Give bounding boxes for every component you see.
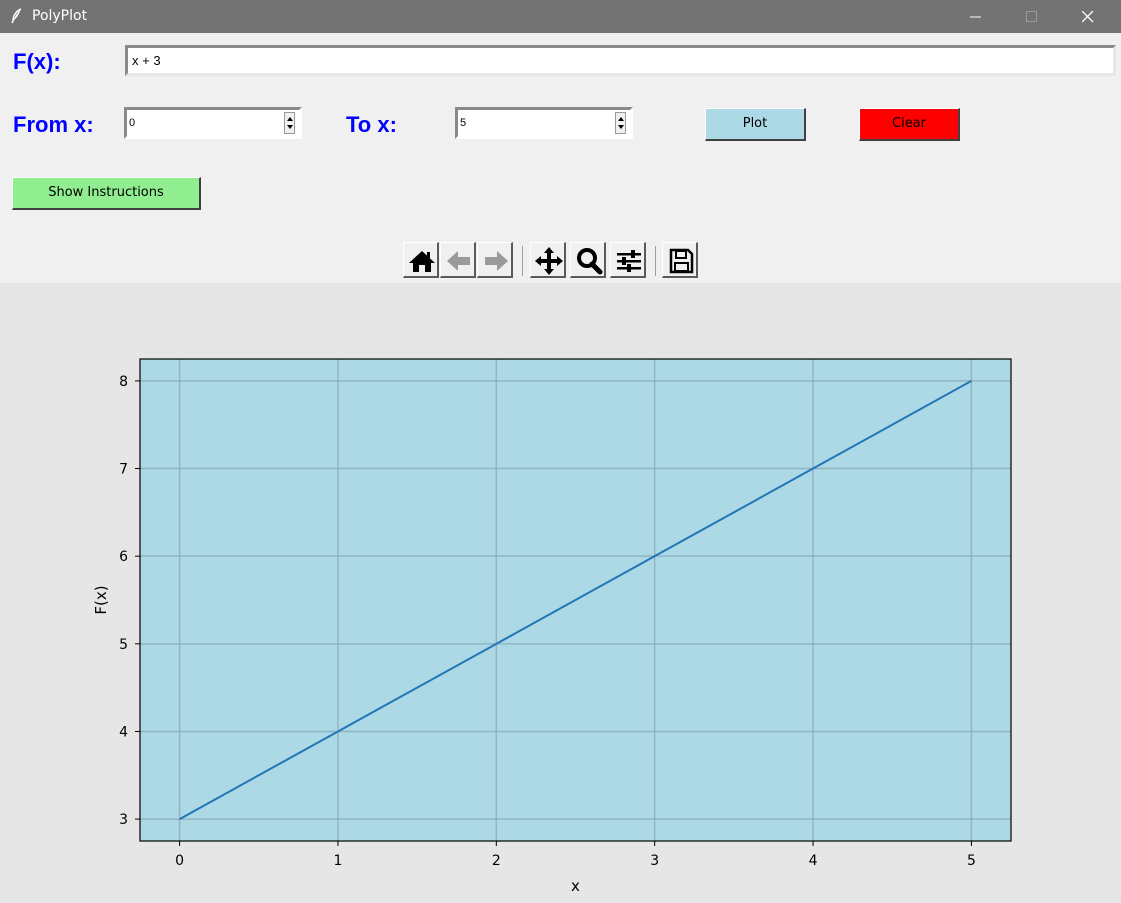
x-tick-label: 4 bbox=[809, 853, 818, 869]
y-tick-label: 7 bbox=[119, 462, 128, 478]
home-button[interactable] bbox=[403, 242, 439, 278]
maximize-icon bbox=[1026, 11, 1037, 22]
save-button[interactable] bbox=[662, 242, 698, 278]
x-tick-label: 2 bbox=[492, 853, 501, 869]
minimize-button[interactable] bbox=[954, 0, 1000, 33]
y-tick-label: 4 bbox=[119, 724, 128, 740]
configure-subplots-icon bbox=[617, 250, 641, 272]
back-icon bbox=[447, 251, 470, 271]
feather-icon bbox=[11, 8, 22, 24]
toolbar-separator bbox=[655, 246, 656, 276]
fx-label: F(x): bbox=[13, 49, 61, 74]
y-tick-label: 6 bbox=[119, 549, 128, 565]
minimize-icon bbox=[970, 16, 981, 18]
y-tick-label: 5 bbox=[119, 637, 128, 653]
maximize-button[interactable] bbox=[1010, 0, 1056, 33]
from-x-spin-arrows[interactable] bbox=[284, 112, 295, 134]
fx-input[interactable] bbox=[125, 45, 1116, 76]
to-x-label: To x: bbox=[346, 112, 397, 137]
toolbar-separator bbox=[522, 246, 523, 276]
y-axis-label: F(x) bbox=[92, 585, 110, 614]
title-bar: PolyPlot bbox=[0, 0, 1121, 33]
from-x-input[interactable] bbox=[129, 114, 269, 132]
close-icon bbox=[1082, 11, 1094, 23]
x-tick-label: 5 bbox=[967, 853, 976, 869]
clear-button[interactable]: Clear bbox=[859, 108, 960, 141]
x-tick-label: 0 bbox=[175, 853, 184, 869]
back-button[interactable] bbox=[440, 242, 476, 278]
from-x-label: From x: bbox=[13, 112, 94, 137]
forward-button[interactable] bbox=[477, 242, 513, 278]
show-instructions-button[interactable]: Show Instructions bbox=[12, 177, 201, 210]
close-button[interactable] bbox=[1066, 0, 1112, 33]
home-icon bbox=[409, 251, 435, 272]
function-chart[interactable]: 0 1 2 3 4 5 3 4 5 6 7 8 x F(x) bbox=[0, 283, 1121, 903]
from-x-spinbox[interactable] bbox=[124, 107, 302, 139]
pan-button[interactable] bbox=[530, 242, 566, 278]
spin-down-icon[interactable] bbox=[617, 123, 625, 132]
zoom-button[interactable] bbox=[570, 242, 606, 278]
plot-figure[interactable]: 0 1 2 3 4 5 3 4 5 6 7 8 x F(x) bbox=[0, 283, 1121, 903]
x-axis-label: x bbox=[571, 877, 580, 895]
window-title: PolyPlot bbox=[32, 8, 88, 24]
y-tick-label: 8 bbox=[119, 374, 128, 390]
to-x-spinbox[interactable] bbox=[455, 107, 633, 139]
plot-toolbar bbox=[0, 237, 1121, 282]
to-x-input[interactable] bbox=[460, 114, 600, 132]
forward-icon bbox=[485, 251, 508, 271]
save-icon bbox=[669, 248, 694, 274]
spin-up-icon[interactable] bbox=[286, 114, 294, 123]
spin-down-icon[interactable] bbox=[286, 123, 294, 132]
x-tick-label: 3 bbox=[650, 853, 659, 869]
to-x-spin-arrows[interactable] bbox=[615, 112, 626, 134]
pan-icon bbox=[535, 247, 563, 275]
plot-button[interactable]: Plot bbox=[705, 108, 806, 141]
configure-subplots-button[interactable] bbox=[610, 242, 646, 278]
spin-up-icon[interactable] bbox=[617, 114, 625, 123]
zoom-icon bbox=[577, 248, 603, 275]
x-tick-label: 1 bbox=[333, 853, 342, 869]
y-tick-label: 3 bbox=[119, 812, 128, 828]
